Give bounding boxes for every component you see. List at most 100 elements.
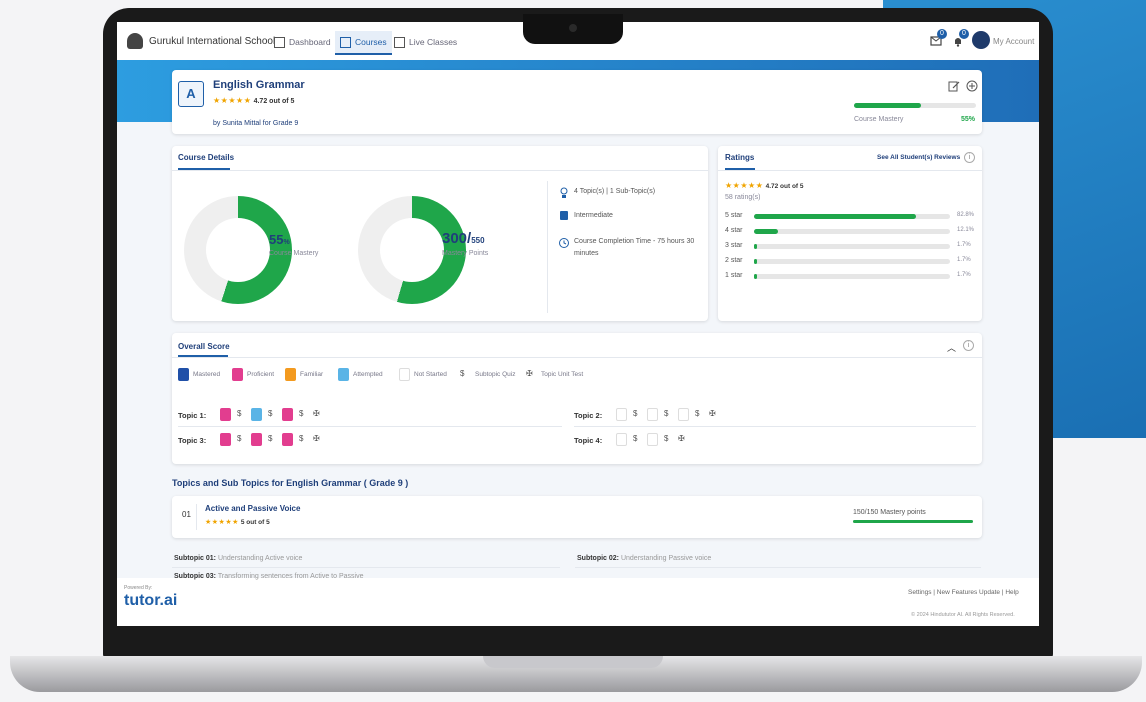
mastery-points-total: 550 [471, 236, 485, 245]
score-tile[interactable] [251, 408, 262, 421]
subtopic-quiz-icon[interactable]: $ [664, 409, 668, 418]
notifications-button[interactable]: 0 [952, 29, 969, 47]
course-mastery-bar [854, 103, 976, 108]
nav-live-classes[interactable]: Live Classes [389, 31, 462, 53]
score-tile[interactable] [220, 408, 231, 421]
topic-unit-test-icon[interactable]: ✠ [313, 434, 320, 443]
level-icon [560, 211, 568, 220]
topics-icon [559, 186, 571, 198]
score-tile[interactable] [220, 433, 231, 446]
donut-hole [206, 218, 270, 282]
legend-swatch-not-started [399, 368, 410, 381]
legend-label-topic-unit-test: Topic Unit Test [541, 371, 584, 378]
course-details-title: Course Details [178, 153, 235, 162]
topic-number: 01 [182, 510, 191, 519]
ratings-card: Ratings See All Student(s) Reviews i ★★★… [718, 146, 982, 321]
overall-score-card: Overall Score ︿ i Mastered Proficient Fami… [172, 333, 982, 464]
subtopic-item[interactable]: Subtopic 01: Understanding Active voice [174, 555, 302, 562]
score-tile[interactable] [647, 408, 658, 421]
subtopic-separator [172, 567, 560, 568]
rating-row-percent: 1.7% [957, 242, 971, 248]
legend-topic-unit-test-icon: ✠ [526, 369, 533, 378]
subtopic-quiz-icon[interactable]: $ [695, 409, 699, 418]
subtopic-quiz-icon[interactable]: $ [299, 434, 303, 443]
subtopic-quiz-icon[interactable]: $ [664, 434, 668, 443]
subtopic-quiz-icon[interactable]: $ [299, 409, 303, 418]
dashboard-icon [274, 36, 285, 48]
score-tile[interactable] [678, 408, 689, 421]
subtopic-item[interactable]: Subtopic 02: Understanding Passive voice [577, 555, 711, 562]
score-tile[interactable] [647, 433, 658, 446]
course-mastery-label: Course Mastery [854, 116, 904, 123]
rating-row-label: 5 star [725, 212, 743, 219]
topic-unit-test-icon[interactable]: ✠ [678, 434, 685, 443]
topic-rating-text: 5 out of 5 [240, 519, 270, 526]
topic-unit-test-icon[interactable]: ✠ [313, 409, 320, 418]
add-button[interactable] [966, 79, 978, 92]
nav-courses[interactable]: Courses [335, 31, 392, 55]
subtopic-quiz-icon[interactable]: $ [237, 434, 241, 443]
info-icon[interactable]: i [964, 152, 975, 163]
clock-icon [558, 236, 570, 248]
app-screen: Gurukul International School Dashboard C… [117, 22, 1039, 626]
rating-row-label: 1 star [725, 272, 743, 279]
course-mastery-bar-fill [854, 103, 922, 108]
collapse-chevron-icon[interactable]: ︿ [947, 341, 956, 354]
rating-row-bar [754, 229, 950, 234]
footer: Powered By: tutor.ai Settings | New Feat… [117, 578, 1039, 626]
footer-links[interactable]: Settings | New Features Update | Help [908, 589, 1019, 596]
legend-label-not-started: Not Started [414, 371, 447, 378]
avatar[interactable] [972, 31, 990, 49]
ratings-count: 58 rating(s) [725, 194, 761, 201]
see-all-reviews-link[interactable]: See All Student(s) Reviews [877, 154, 960, 161]
rating-row-percent: 1.7% [957, 257, 971, 263]
messages-badge: 0 [937, 29, 947, 39]
course-details-separator [172, 170, 708, 171]
topic-label: Topic 1: [178, 411, 207, 420]
course-details-card: Course Details 55% Course Mastery 300/55… [172, 146, 708, 321]
rating-row-label: 4 star [725, 227, 743, 234]
rating-row-bar [754, 214, 950, 219]
legend-label-mastered: Mastered [193, 371, 221, 378]
subtopic-item[interactable]: Subtopic 03: Transforming sentences from… [174, 573, 363, 580]
legend-swatch-attempted [338, 368, 349, 381]
course-rating-text: 4.72 out of 5 [253, 98, 295, 105]
score-tile[interactable] [282, 408, 293, 421]
nav-courses-label: Courses [355, 37, 387, 47]
score-tile[interactable] [616, 433, 627, 446]
topic-card[interactable]: 01 Active and Passive Voice ★★★★★ 5 out … [172, 496, 982, 538]
score-tile[interactable] [282, 433, 293, 446]
subtopic-text: Understanding Active voice [217, 555, 303, 562]
subtopic-quiz-icon[interactable]: $ [237, 409, 241, 418]
nav-dashboard[interactable]: Dashboard [269, 31, 336, 53]
school-name: Gurukul International School [149, 36, 276, 47]
rating-row-label: 2 star [725, 257, 743, 264]
subtopic-quiz-icon[interactable]: $ [268, 409, 272, 418]
legend-label-familiar: Familiar [300, 371, 324, 378]
powered-by-label: Powered By: [124, 585, 153, 591]
my-account-link[interactable]: My Account [993, 37, 1034, 46]
rating-row-bar [754, 244, 950, 249]
mastery-percent-value: 55 [269, 232, 284, 247]
subtopic-label: Subtopic 03: [174, 573, 217, 580]
laptop-base-lip [483, 656, 663, 668]
details-divider [547, 181, 548, 313]
edit-button[interactable] [948, 79, 960, 92]
legend-swatch-proficient [232, 368, 243, 381]
course-icon: A [178, 81, 204, 107]
ratings-title: Ratings [725, 153, 755, 162]
topic-mastery-bar-fill [853, 520, 973, 523]
ratings-separator [718, 170, 982, 171]
info-icon[interactable]: i [963, 340, 974, 351]
info-level: Intermediate [574, 212, 613, 219]
subtopic-quiz-icon[interactable]: $ [633, 434, 637, 443]
score-tile[interactable] [616, 408, 627, 421]
rating-row-percent: 12.1% [957, 227, 975, 233]
messages-button[interactable]: 0 [930, 29, 947, 46]
ratings-stars: ★★★★★ [725, 181, 764, 190]
score-tile[interactable] [251, 433, 262, 446]
subtopic-quiz-icon[interactable]: $ [268, 434, 272, 443]
donut-hole [380, 218, 444, 282]
topic-unit-test-icon[interactable]: ✠ [709, 409, 716, 418]
subtopic-quiz-icon[interactable]: $ [633, 409, 637, 418]
